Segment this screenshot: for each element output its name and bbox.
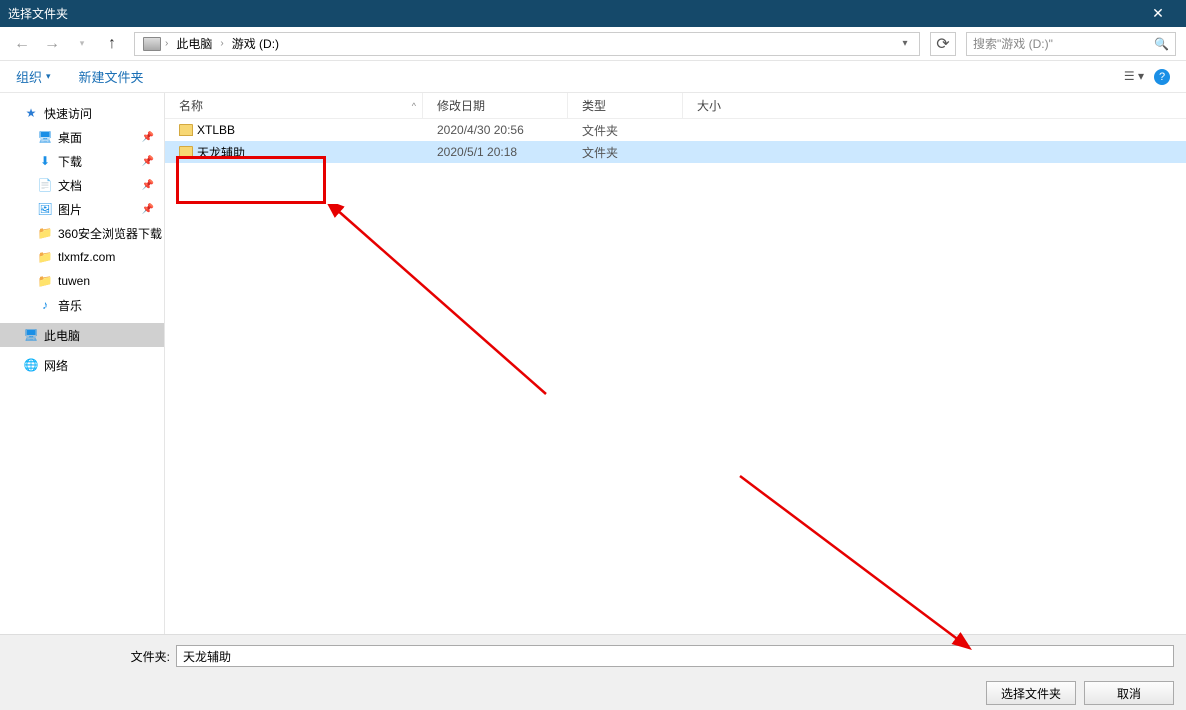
toolbar: 组织 ▾ 新建文件夹 ☰ ▾ ?	[0, 61, 1186, 93]
breadcrumb-dropdown[interactable]: ▾	[895, 38, 915, 49]
sidebar-item[interactable]: 🖼图片📌	[0, 197, 164, 221]
folder-icon	[179, 146, 193, 158]
column-headers: 名称 ^ 修改日期 类型 大小	[165, 93, 1186, 119]
footer: 文件夹: 选择文件夹 取消	[0, 634, 1186, 710]
chevron-down-icon: ▾	[46, 71, 51, 82]
sidebar-network[interactable]: 🌐 网络	[0, 353, 164, 377]
crumb-root[interactable]: 此电脑	[172, 33, 216, 54]
desktop-icon: 🖥	[38, 130, 52, 144]
refresh-button[interactable]: ⟳	[930, 32, 956, 56]
sidebar-item[interactable]: 📄文档📌	[0, 173, 164, 197]
sidebar-item[interactable]: ⬇下载📌	[0, 149, 164, 173]
sidebar-item[interactable]: 📁tuwen	[0, 269, 164, 293]
breadcrumb[interactable]: › 此电脑 › 游戏 (D:) ▾	[134, 32, 920, 56]
folder-label: 文件夹:	[12, 648, 170, 665]
new-folder-button[interactable]: 新建文件夹	[79, 67, 144, 86]
navbar: ← → ▾ ↑ › 此电脑 › 游戏 (D:) ▾ ⟳ 搜索"游戏 (D:)" …	[0, 27, 1186, 61]
fold-icon: 📁	[38, 250, 52, 264]
window-title: 选择文件夹	[8, 5, 1138, 22]
sidebar-item[interactable]: 🖥桌面📌	[0, 125, 164, 149]
sidebar-this-pc[interactable]: 🖥 此电脑	[0, 323, 164, 347]
folder-input[interactable]	[176, 645, 1174, 667]
network-icon: 🌐	[24, 358, 38, 372]
forward-button: →	[40, 32, 64, 56]
chevron-right-icon: ›	[220, 38, 223, 49]
col-name[interactable]: 名称 ^	[165, 93, 423, 118]
select-folder-button[interactable]: 选择文件夹	[986, 681, 1076, 705]
recent-dropdown[interactable]: ▾	[70, 32, 94, 56]
down-icon: ⬇	[38, 154, 52, 168]
search-input[interactable]: 搜索"游戏 (D:)" 🔍	[966, 32, 1176, 56]
col-type[interactable]: 类型	[568, 93, 683, 118]
pic-icon: 🖼	[38, 202, 52, 216]
file-row[interactable]: XTLBB2020/4/30 20:56文件夹	[165, 119, 1186, 141]
fold-icon: 📁	[38, 226, 52, 240]
pin-icon: 📌	[142, 204, 154, 215]
sidebar-item[interactable]: 📁360安全浏览器下载	[0, 221, 164, 245]
close-icon[interactable]: ✕	[1138, 5, 1178, 22]
crumb-current[interactable]: 游戏 (D:)	[228, 33, 283, 54]
star-icon: ★	[24, 106, 38, 120]
sort-indicator-icon: ^	[412, 101, 416, 111]
pin-icon: 📌	[142, 132, 154, 143]
note-icon: ♪	[38, 298, 52, 312]
pc-icon: 🖥	[24, 328, 38, 342]
help-icon[interactable]: ?	[1154, 69, 1170, 85]
pin-icon: 📌	[142, 180, 154, 191]
titlebar: 选择文件夹 ✕	[0, 0, 1186, 27]
back-button: ←	[10, 32, 34, 56]
up-button[interactable]: ↑	[100, 32, 124, 56]
sidebar-item[interactable]: 📁tlxmfz.com	[0, 245, 164, 269]
file-list: 名称 ^ 修改日期 类型 大小 XTLBB2020/4/30 20:56文件夹天…	[165, 93, 1186, 634]
chevron-right-icon: ›	[165, 38, 168, 49]
organize-button[interactable]: 组织 ▾	[16, 67, 51, 86]
cancel-button[interactable]: 取消	[1084, 681, 1174, 705]
sidebar: ★ 快速访问 🖥桌面📌⬇下载📌📄文档📌🖼图片📌📁360安全浏览器下载📁tlxmf…	[0, 93, 165, 634]
folder-icon	[179, 124, 193, 136]
sidebar-item[interactable]: ♪音乐	[0, 293, 164, 317]
fold-icon: 📁	[38, 274, 52, 288]
view-options-button[interactable]: ☰ ▾	[1124, 69, 1144, 85]
search-icon: 🔍	[1154, 37, 1169, 51]
drive-icon	[143, 37, 161, 51]
search-placeholder: 搜索"游戏 (D:)"	[973, 35, 1053, 52]
col-size[interactable]: 大小	[683, 93, 763, 118]
sidebar-quick-access[interactable]: ★ 快速访问	[0, 101, 164, 125]
pin-icon: 📌	[142, 156, 154, 167]
file-row[interactable]: 天龙辅助2020/5/1 20:18文件夹	[165, 141, 1186, 163]
doc-icon: 📄	[38, 178, 52, 192]
col-date[interactable]: 修改日期	[423, 93, 568, 118]
